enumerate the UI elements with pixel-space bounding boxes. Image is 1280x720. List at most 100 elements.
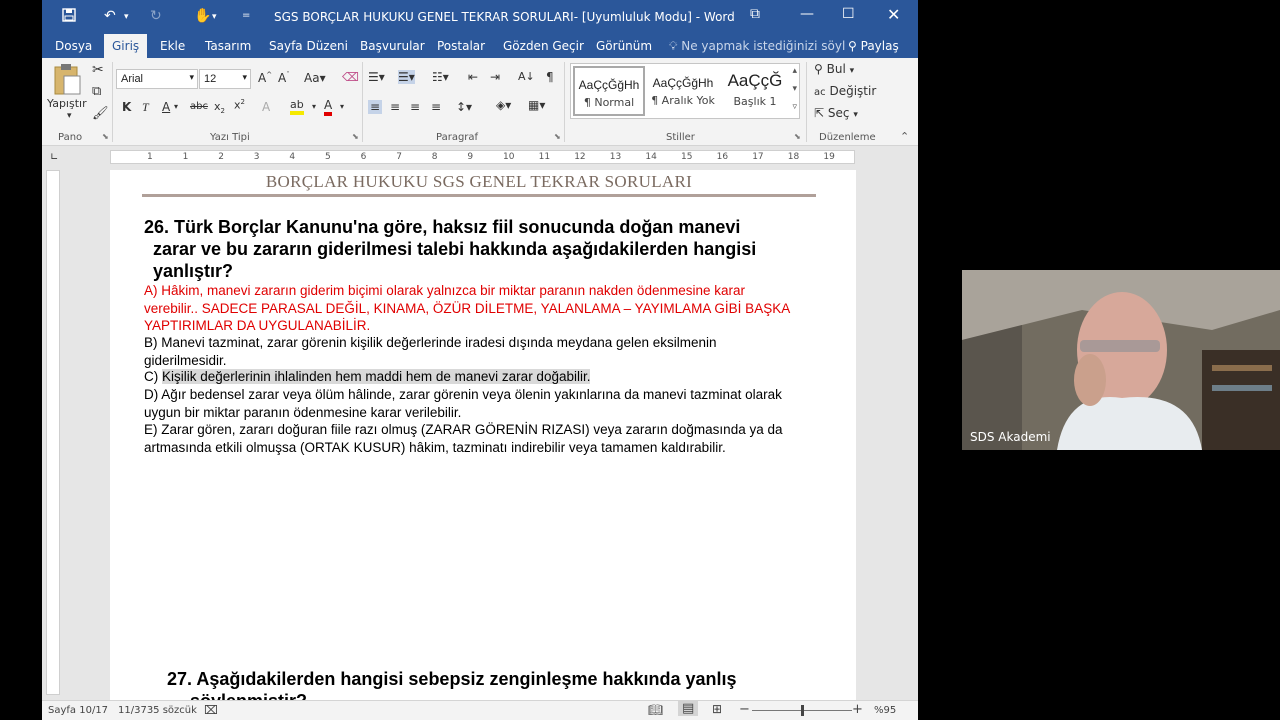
option-e: E) Zarar gören, zararı doğuran fiile raz… [144, 422, 783, 455]
align-left-icon[interactable]: ≡ [368, 100, 383, 114]
font-size-dropdown-icon[interactable]: ▾ [242, 72, 247, 83]
paragraph-launcher-icon[interactable]: ⬊ [554, 132, 561, 141]
tab-home[interactable]: Giriş [104, 34, 148, 58]
clipboard-launcher-icon[interactable]: ⬊ [102, 132, 109, 141]
ruler-number: 1 [147, 152, 153, 162]
format-painter-icon[interactable]: 🖌︎ [92, 106, 109, 121]
collapse-ribbon-icon[interactable]: ⌃ [900, 130, 909, 143]
sort-icon[interactable]: A↓ [518, 70, 535, 83]
word-count[interactable]: 11/3735 sözcük [118, 705, 197, 716]
tab-file[interactable]: Dosya [55, 39, 92, 53]
align-right-icon[interactable]: ≡ [410, 100, 420, 114]
increase-indent-icon[interactable]: ⇥ [490, 70, 500, 84]
tab-view[interactable]: Görünüm [596, 39, 652, 53]
font-color-icon[interactable]: A [324, 98, 333, 116]
clear-formatting-icon[interactable]: ⌫ [342, 70, 359, 84]
justify-icon[interactable]: ≡ [431, 100, 441, 114]
shading-icon[interactable]: ◈▾ [496, 98, 511, 112]
grow-font-icon[interactable]: A^ [258, 71, 272, 85]
window-title: SGS BORÇLAR HUKUKU GENEL TEKRAR SORULARI… [274, 10, 735, 24]
select-button[interactable]: ⇱ Seç ▾ [814, 106, 858, 120]
tab-review[interactable]: Gözden Geçir [503, 39, 584, 53]
page-indicator[interactable]: Sayfa 10/17 [48, 705, 108, 716]
line-spacing-icon[interactable]: ↕▾ [456, 100, 472, 114]
zoom-slider[interactable] [752, 705, 852, 716]
proofing-icon[interactable]: ⌧ [204, 703, 218, 717]
touch-dropdown-icon[interactable]: ▾ [212, 12, 217, 22]
style-no-spacing[interactable]: AaÇçĞğHh ¶ Aralık Yok [647, 66, 719, 116]
group-label-font: Yazı Tipi [210, 132, 250, 143]
maximize-button[interactable]: ☐ [842, 6, 855, 22]
ruler-number: 15 [681, 152, 693, 162]
web-layout-icon[interactable]: ⊞ [712, 702, 722, 716]
find-dropdown-icon: ▾ [849, 66, 855, 76]
strikethrough-button[interactable]: abc [190, 101, 208, 112]
paste-button[interactable] [52, 62, 82, 99]
highlight-color-icon[interactable]: ab [290, 98, 304, 115]
style-heading-1[interactable]: AaÇçĞ Başlık 1 [719, 66, 791, 116]
text-effects-icon[interactable]: A [262, 100, 270, 114]
ruler-number: 11 [538, 152, 551, 162]
font-name-box[interactable]: Arial ▾ [116, 69, 198, 89]
find-button[interactable]: ⚲ Bul ▾ [814, 62, 854, 76]
touch-mode-icon[interactable]: ✋ [194, 8, 211, 24]
decrease-indent-icon[interactable]: ⇤ [468, 70, 478, 84]
font-name-dropdown-icon[interactable]: ▾ [189, 72, 194, 83]
ribbon-display-icon[interactable]: ⧉ [750, 6, 760, 22]
underline-dropdown-icon[interactable]: ▾ [174, 102, 178, 111]
cut-icon[interactable]: ✂ [92, 62, 104, 78]
tab-design[interactable]: Tasarım [205, 39, 251, 53]
borders-icon[interactable]: ▦▾ [528, 98, 545, 112]
shrink-font-icon[interactable]: Aˇ [278, 71, 290, 85]
change-case-icon[interactable]: Aa▾ [304, 71, 326, 85]
zoom-out-button[interactable]: − [739, 702, 750, 717]
tab-mailings[interactable]: Postalar [437, 39, 485, 53]
copy-icon[interactable]: ⧉ [92, 84, 101, 99]
align-center-icon[interactable]: ≡ [390, 100, 400, 114]
customize-qat-icon[interactable]: = [242, 10, 250, 21]
zoom-slider-thumb[interactable] [801, 705, 804, 716]
bullets-icon[interactable]: ☰▾ [368, 70, 385, 84]
document-page[interactable]: BORÇLAR HUKUKU SGS GENEL TEKRAR SORULARI… [110, 170, 856, 700]
ruler-number: 8 [431, 152, 438, 162]
zoom-level[interactable]: %95 [874, 705, 896, 716]
undo-dropdown-icon[interactable]: ▾ [124, 12, 129, 22]
tab-references[interactable]: Başvurular [360, 39, 425, 53]
styles-scroll-up-icon[interactable]: ▴ [792, 66, 797, 76]
header-rule [142, 194, 816, 197]
tab-insert[interactable]: Ekle [160, 39, 185, 53]
screen: ↶ ▾ ↻ ✋ ▾ = SGS BORÇLAR HUKUKU GENEL TEK… [0, 0, 1280, 720]
styles-scroll-down-icon[interactable]: ▾ [792, 84, 797, 94]
font-size-box[interactable]: 12 ▾ [199, 69, 251, 89]
font-launcher-icon[interactable]: ⬊ [352, 132, 359, 141]
undo-icon[interactable]: ↶ [104, 8, 116, 24]
zoom-in-button[interactable]: + [852, 702, 863, 717]
highlight-dropdown-icon[interactable]: ▾ [312, 102, 316, 111]
read-mode-icon[interactable]: 📖︎ [648, 703, 663, 717]
ribbon: Yapıştır ▾ ✂ ⧉ 🖌︎ Pano ⬊ Arial ▾ 12 ▾ A^… [42, 58, 918, 146]
italic-button[interactable]: T [142, 100, 149, 115]
share-button[interactable]: ⚲ Paylaş [848, 39, 899, 53]
numbering-icon[interactable]: ☰▾ [398, 70, 415, 84]
close-button[interactable]: ✕ [887, 5, 900, 24]
tab-layout[interactable]: Sayfa Düzeni [269, 39, 348, 53]
tell-me-box[interactable]: 💡︎ Ne yapmak istediğinizi söyl [669, 39, 845, 54]
redo-icon[interactable]: ↻ [150, 8, 162, 24]
tab-selector-icon[interactable]: ∟ [50, 152, 58, 163]
superscript-button[interactable]: x2 [234, 98, 245, 112]
subscript-button[interactable]: x2 [214, 100, 225, 115]
minimize-button[interactable]: — [800, 6, 814, 22]
font-color-dropdown-icon[interactable]: ▾ [340, 102, 344, 111]
multilevel-list-icon[interactable]: ☷▾ [432, 70, 449, 84]
save-icon[interactable] [62, 8, 76, 26]
print-layout-icon[interactable]: ▤ [678, 701, 699, 716]
option-a: A) Hâkim, manevi zararın giderim biçimi … [144, 283, 790, 333]
replace-button[interactable]: ac Değiştir [814, 84, 876, 98]
styles-more-icon[interactable]: ▿ [792, 102, 797, 112]
paste-dropdown-icon[interactable]: ▾ [67, 111, 72, 121]
bold-button[interactable]: K [122, 100, 131, 114]
show-marks-icon[interactable]: ¶ [546, 70, 554, 84]
underline-button[interactable]: A [162, 100, 170, 114]
styles-launcher-icon[interactable]: ⬊ [794, 132, 801, 141]
style-normal[interactable]: AaÇçĞğHh ¶ Normal [573, 66, 645, 116]
